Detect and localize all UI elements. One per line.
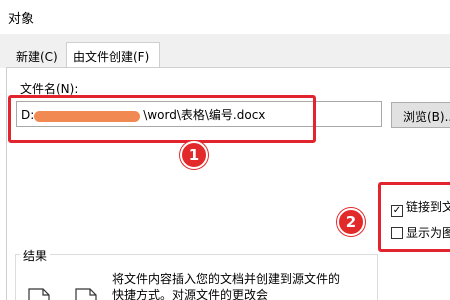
annotation-badge-1: 1 (180, 141, 208, 169)
tab-strip: 新建(C) 由文件创建(F) (0, 34, 450, 69)
tab-new[interactable]: 新建(C) (10, 44, 64, 68)
link-to-file-label: 链接到文 (406, 200, 450, 214)
display-as-icon-checkbox[interactable] (391, 227, 403, 239)
result-label: 结果 (20, 247, 51, 264)
display-as-icon-label: 显示为图 (406, 226, 450, 240)
link-to-file-option[interactable]: ✓ 链接到文 (391, 198, 450, 217)
document-icon (75, 288, 97, 300)
display-as-icon-option[interactable]: 显示为图 (391, 224, 450, 240)
document-icon (28, 288, 50, 300)
dialog-titlebar: 对象 (0, 0, 450, 34)
annotation-highlight-filename (8, 95, 316, 143)
dialog-title: 对象 (8, 12, 35, 27)
browse-button[interactable]: 浏览(B)... (391, 102, 450, 128)
link-to-file-checkbox[interactable]: ✓ (391, 205, 403, 217)
result-description: 将文件内容插入您的文档并创建到源文件的快捷方式。对源文件的更改会 (112, 272, 341, 300)
tab-create-from-file[interactable]: 由文件创建(F) (66, 42, 160, 69)
annotation-badge-2: 2 (337, 208, 365, 236)
annotation-highlight-options (378, 182, 450, 252)
